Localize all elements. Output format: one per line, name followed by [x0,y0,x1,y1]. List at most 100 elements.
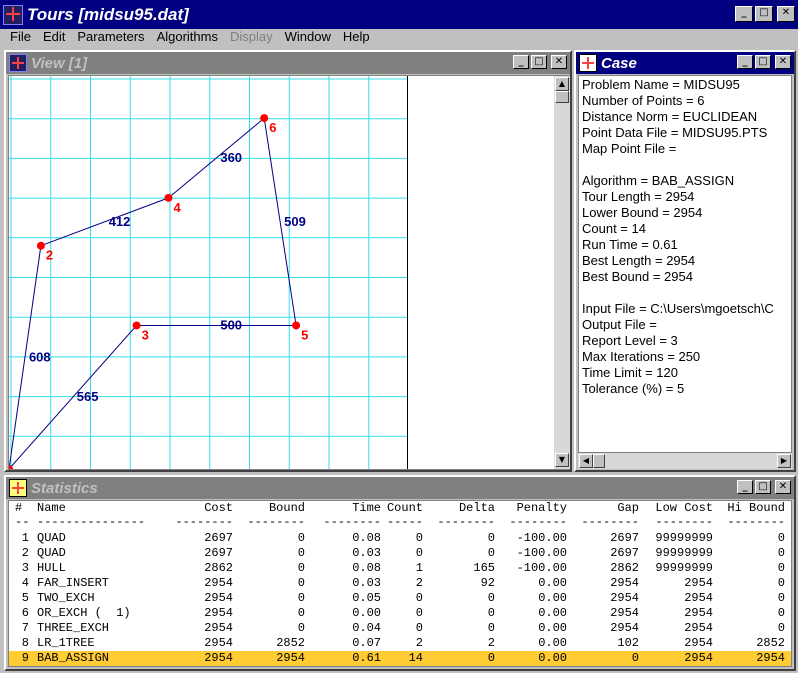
table-cell: 5 [21,591,29,605]
tour-point[interactable] [36,241,45,250]
table-cell: 0 [777,621,785,635]
statistics-maximize-button[interactable]: □ [755,480,771,494]
table-row[interactable]: 6 OR_EXCH ( 1) 2954 0 0.00 0 0 0.00 2954 2954 0 [9,606,791,621]
table-cell: QUAD [37,546,66,560]
case-line: Input File = C:\Users\mgoetsch\C [582,301,774,316]
table-cell: 2954 [684,576,713,590]
tour-point[interactable] [260,114,269,123]
table-cell: 14 [408,651,423,665]
menu-display[interactable]: Display [224,28,279,46]
view-icon[interactable] [9,54,27,72]
table-cell: TWO_EXCH [37,591,95,605]
table-cell: 0.04 [352,621,381,635]
table-cell: 0.08 [352,561,381,575]
table-cell: 0 [631,651,639,665]
table-cell: 2954 [684,621,713,635]
maximize-button[interactable]: □ [755,6,773,22]
app-icon[interactable] [3,4,23,25]
table-cell: 0 [777,591,785,605]
table-cell: 0.00 [538,606,567,620]
menu-help[interactable]: Help [337,28,376,46]
table-cell: 0 [297,576,305,590]
scroll-left-arrow-icon[interactable]: ◀ [579,454,593,468]
table-cell: Time [352,501,381,515]
table-row[interactable]: 3 HULL 2862 0 0.08 1 165 -100.00 2862 99999999 0 [9,561,791,576]
menu-window[interactable]: Window [279,28,337,46]
case-horizontal-scrollbar[interactable]: ◀ ▶ [578,453,792,469]
table-cell: 0 [777,546,785,560]
table-cell: LR_1TREE [37,636,95,650]
table-cell: Delta [458,501,495,515]
table-row[interactable]: 5 TWO_EXCH 2954 0 0.05 0 0 0.00 2954 2954 0 [9,591,791,606]
table-cell: Name [37,501,66,515]
table-cell: 2954 [610,591,639,605]
table-cell: 165 [473,561,495,575]
table-row[interactable]: 4 FAR_INSERT 2954 0 0.03 2 92 0.00 2954 2954 0 [9,576,791,591]
case-icon[interactable] [579,54,597,72]
table-cell: 0.03 [352,576,381,590]
table-cell: 2954 [684,591,713,605]
statistics-window: Statistics _ □ ✕ # Name Cost Bound Time Count… [4,475,796,671]
tour-plot[interactable]: 608412360509500565123456 [9,76,407,469]
table-cell: 2954 [684,606,713,620]
table-cell: 2954 [610,606,639,620]
view-window: View [1] _ □ ✕ 608412360509500565123456 … [4,50,572,472]
scroll-up-arrow-icon[interactable]: ▲ [555,77,569,91]
menu-parameters[interactable]: Parameters [71,28,150,46]
tour-point[interactable] [132,321,141,330]
case-line: Time Limit = 120 [582,365,678,380]
statistics-close-button[interactable]: ✕ [775,480,791,494]
close-button[interactable]: ✕ [777,6,795,22]
statistics-icon[interactable] [9,479,27,497]
scroll-hthumb[interactable] [593,454,605,468]
case-text-area: Problem Name = MIDSU95 Number of Points =… [578,75,792,453]
table-cell: 2954 [684,651,713,665]
table-cell: -------- [581,515,639,529]
table-cell: 0 [415,531,423,545]
menu-edit[interactable]: Edit [37,28,71,46]
menu-file[interactable]: File [4,28,37,46]
tour-point[interactable] [292,321,301,330]
table-cell: 2954 [204,621,233,635]
table-cell: 99999999 [655,561,713,575]
scroll-thumb[interactable] [555,91,569,103]
table-cell: 0 [297,531,305,545]
table-cell: 2862 [610,561,639,575]
scroll-right-arrow-icon[interactable]: ▶ [777,454,791,468]
view-maximize-button[interactable]: □ [531,55,547,69]
table-cell: 0 [415,606,423,620]
table-cell: 2852 [756,636,785,650]
table-cell: 4 [21,576,29,590]
table-row[interactable]: 9 BAB_ASSIGN 2954 2954 0.61 14 0 0.00 0 2954 2954 [9,651,791,666]
table-row[interactable]: 1 QUAD 2697 0 0.08 0 0 -100.00 2697 99999999 0 [9,531,791,546]
table-cell: --------------- [37,515,146,529]
statistics-minimize-button[interactable]: _ [737,480,753,494]
view-title-bar: View [1] _ □ ✕ [6,52,570,74]
table-row[interactable]: 8 LR_1TREE 2954 2852 0.07 2 2 0.00 102 2954 2852 [9,636,791,651]
edge-length-label: 500 [220,317,242,332]
scroll-down-arrow-icon[interactable]: ▼ [555,453,569,467]
view-close-button[interactable]: ✕ [551,55,567,69]
case-maximize-button[interactable]: □ [755,55,771,69]
tour-edge [9,325,137,469]
table-cell: 2852 [276,636,305,650]
table-cell: 2954 [610,576,639,590]
case-minimize-button[interactable]: _ [737,55,753,69]
case-window: Case _ □ ✕ Problem Name = MIDSU95 Number … [574,50,796,472]
tour-point[interactable] [164,193,173,202]
case-details: Problem Name = MIDSU95 Number of Points =… [579,76,791,398]
table-cell: 8 [21,636,29,650]
table-cell: 0 [777,561,785,575]
view-vertical-scrollbar[interactable]: ▲ ▼ [554,76,570,469]
table-row[interactable]: 2 QUAD 2697 0 0.03 0 0 -100.00 2697 99999999 0 [9,546,791,561]
table-cell: QUAD [37,531,66,545]
table-cell: 0 [297,546,305,560]
menu-algorithms[interactable]: Algorithms [151,28,224,46]
case-line: Lower Bound = 2954 [582,205,703,220]
view-minimize-button[interactable]: _ [513,55,529,69]
case-close-button[interactable]: ✕ [775,55,791,69]
minimize-button[interactable]: _ [735,6,753,22]
table-cell: 2 [21,546,29,560]
table-cell: 2954 [204,591,233,605]
table-row[interactable]: 7 THREE_EXCH 2954 0 0.04 0 0 0.00 2954 2954 0 [9,621,791,636]
